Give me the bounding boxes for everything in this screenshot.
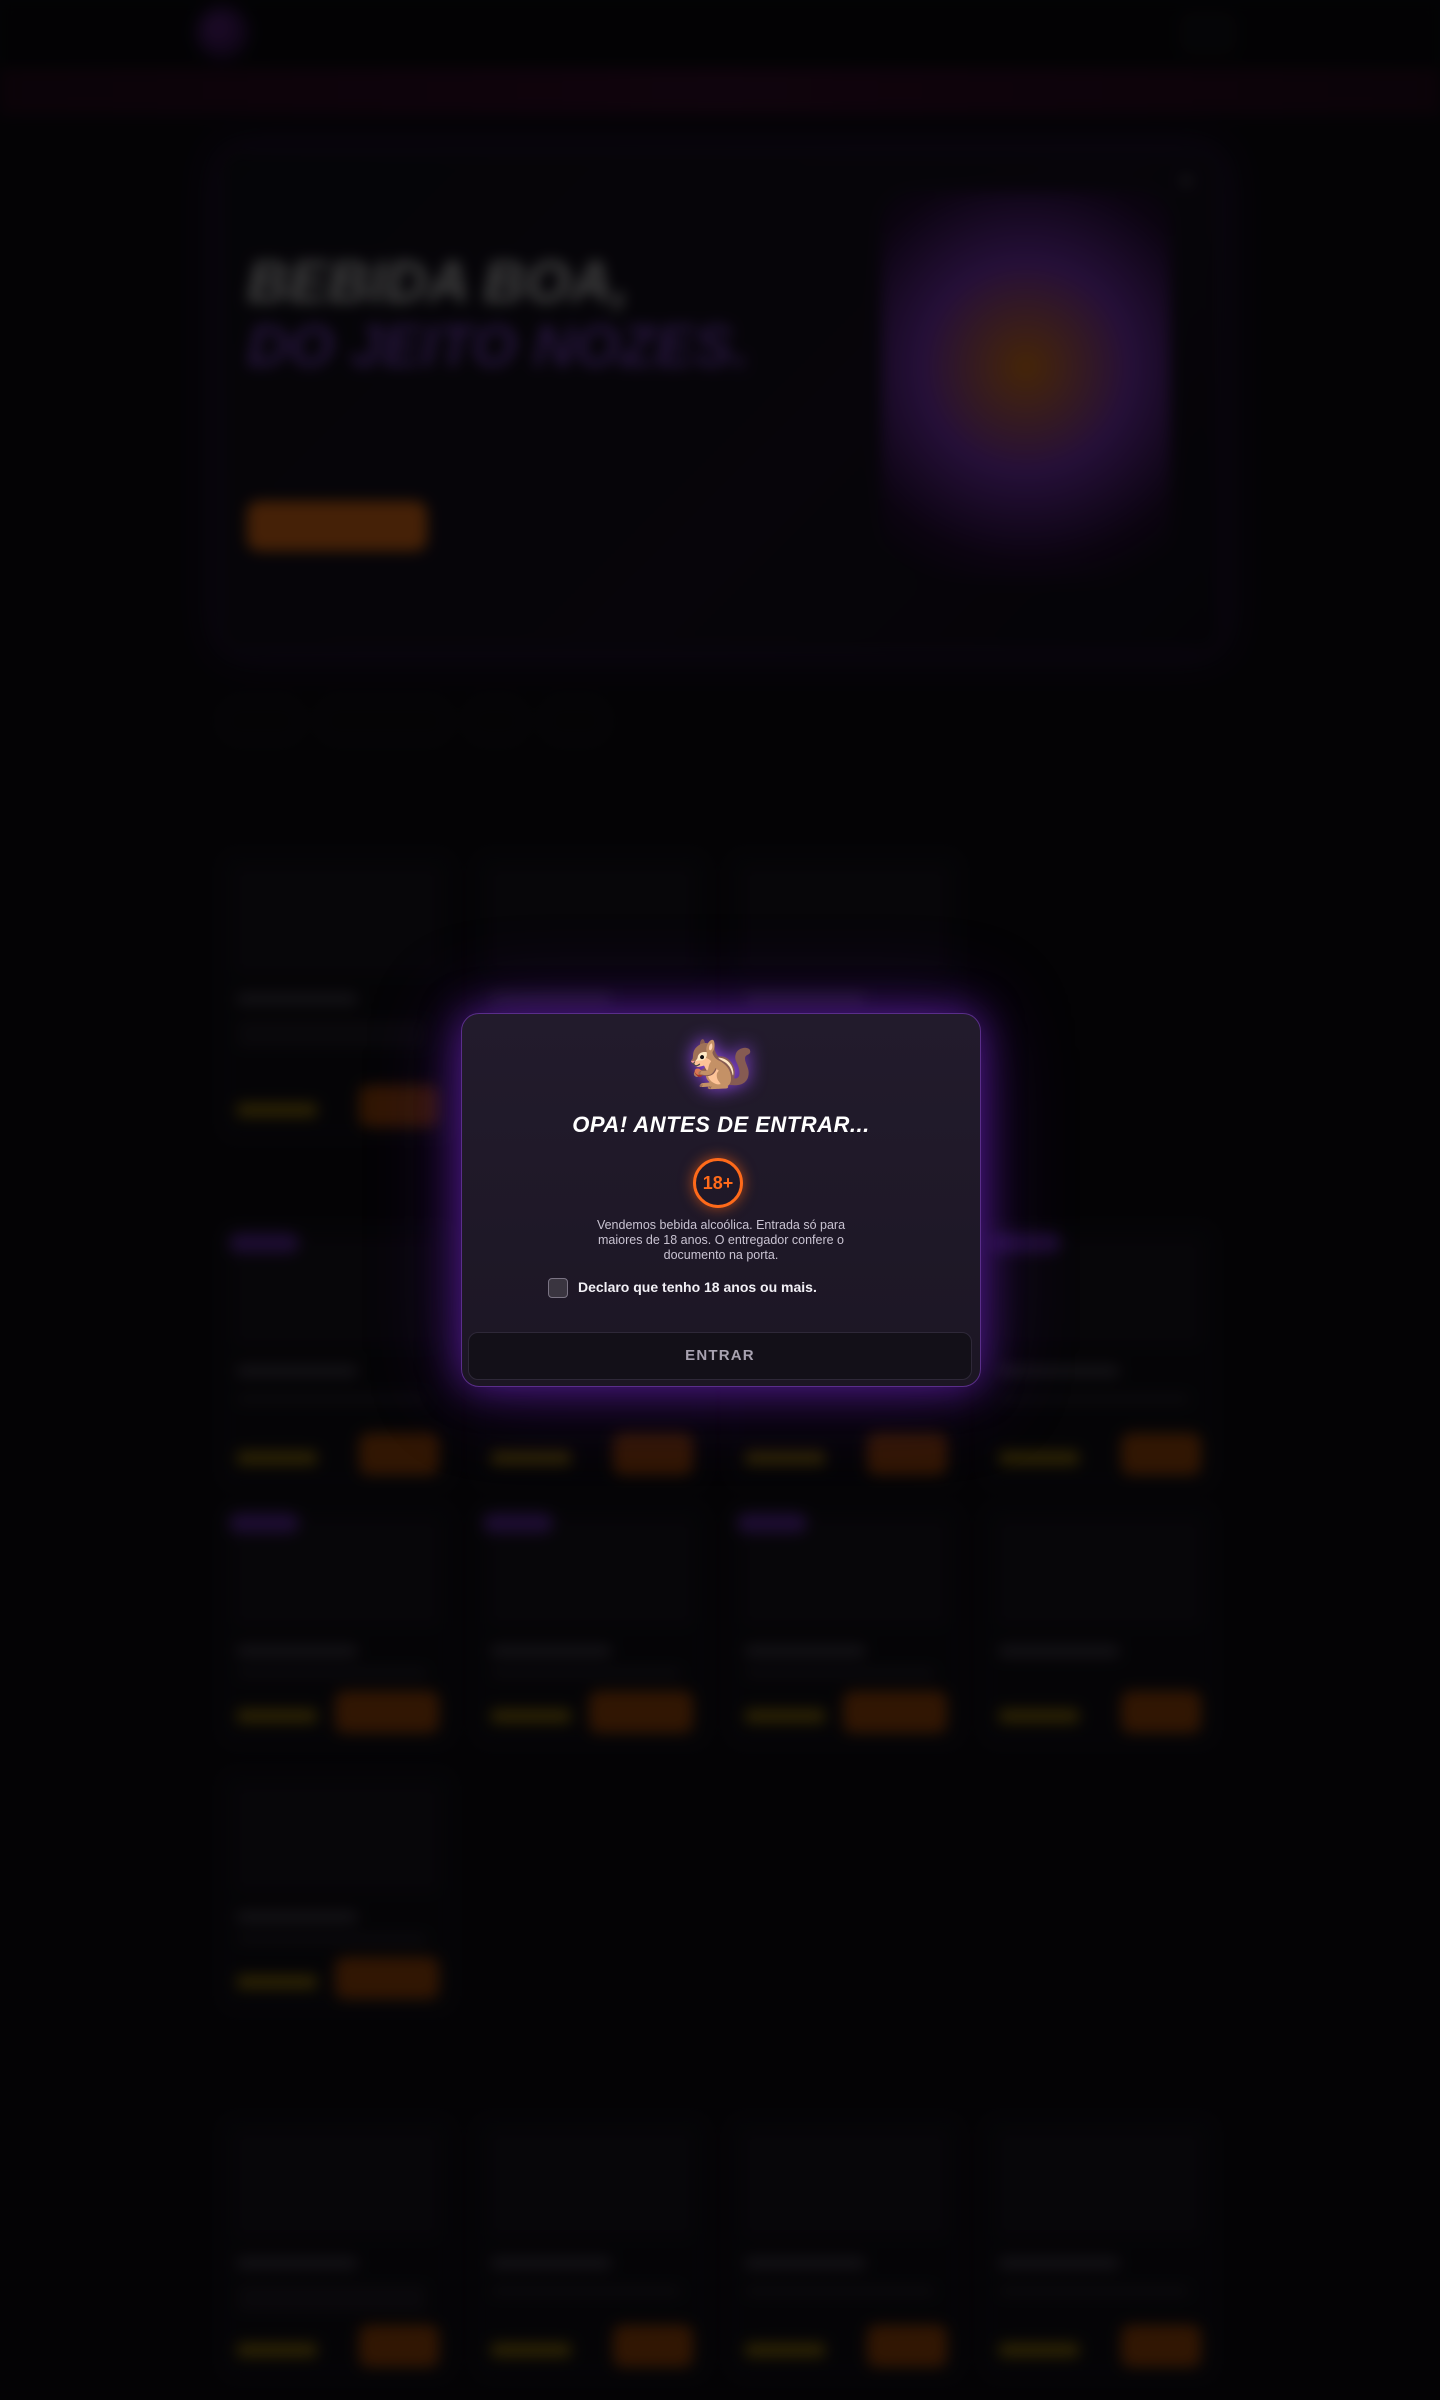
- enter-button[interactable]: ENTRAR: [468, 1332, 972, 1380]
- modal-title: OPA! ANTES DE ENTRAR...: [572, 1112, 870, 1137]
- age-badge: 18+: [693, 1158, 743, 1208]
- squirrel-icon: 🐿️: [687, 1032, 755, 1092]
- age-confirm-label[interactable]: Declaro que tenho 18 anos ou mais.: [578, 1279, 817, 1295]
- age-verification-modal: 🐿️ OPA! ANTES DE ENTRAR... 18+ Vendemos …: [461, 1013, 981, 1387]
- modal-description: Vendemos bebida alcoólica. Entrada só pa…: [596, 1218, 846, 1262]
- age-confirm-checkbox[interactable]: [548, 1278, 568, 1298]
